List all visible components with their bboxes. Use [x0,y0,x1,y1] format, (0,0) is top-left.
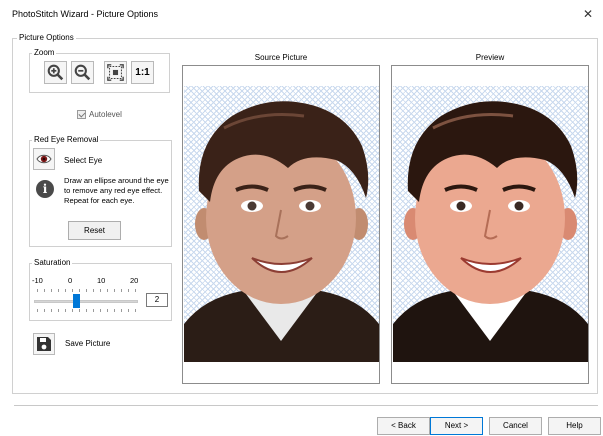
save-picture-button[interactable] [33,333,55,355]
zoom-out-icon [74,64,91,81]
preview-photo [393,86,588,362]
picture-options-label: Picture Options [17,33,76,43]
zoom-label: Zoom [32,48,57,58]
zoom-in-button[interactable] [44,61,67,84]
saturation-tick-label: 20 [130,276,139,285]
select-eye-label: Select Eye [64,156,103,165]
slider-ticks-top [37,289,137,292]
saturation-tick-label: 10 [97,276,106,285]
preview-pane [391,65,589,384]
zoom-fit-icon [107,64,124,81]
source-picture-title: Source Picture [254,53,308,62]
preview-title: Preview [475,53,505,62]
eye-icon [36,154,52,164]
footer-separator [14,405,598,406]
next-button[interactable]: Next > [430,417,483,435]
autolevel-checkbox[interactable]: Autolevel [77,110,122,119]
slider-ticks-bottom [37,309,137,312]
saturation-slider-track[interactable] [34,300,138,303]
save-icon [37,337,51,351]
saturation-group [29,263,172,321]
save-picture-label: Save Picture [65,339,111,348]
red-eye-instructions: Draw an ellipse around the eye to remove… [64,176,169,205]
red-eye-label: Red Eye Removal [32,135,101,145]
source-picture-pane [182,65,380,384]
zoom-fit-button[interactable] [104,61,127,84]
source-photo [184,86,379,362]
window-title: PhotoStitch Wizard - Picture Options [12,9,159,19]
autolevel-label: Autolevel [89,110,122,119]
saturation-value[interactable]: 2 [146,293,168,307]
saturation-label: Saturation [32,258,73,268]
select-eye-button[interactable] [33,148,55,170]
saturation-tick-label: 0 [68,276,73,285]
info-icon: i [36,180,54,198]
close-button[interactable]: ✕ [577,4,599,24]
back-button[interactable]: < Back [377,417,430,435]
cancel-button[interactable]: Cancel [489,417,542,435]
saturation-tick-label: -10 [32,276,43,285]
reset-button[interactable]: Reset [68,221,121,240]
zoom-out-button[interactable] [71,61,94,84]
autolevel-check[interactable] [77,110,86,119]
zoom-in-icon [47,64,64,81]
zoom-actual-button[interactable]: 1:1 [131,61,154,84]
saturation-slider-thumb[interactable] [73,294,80,308]
help-button[interactable]: Help [548,417,601,435]
